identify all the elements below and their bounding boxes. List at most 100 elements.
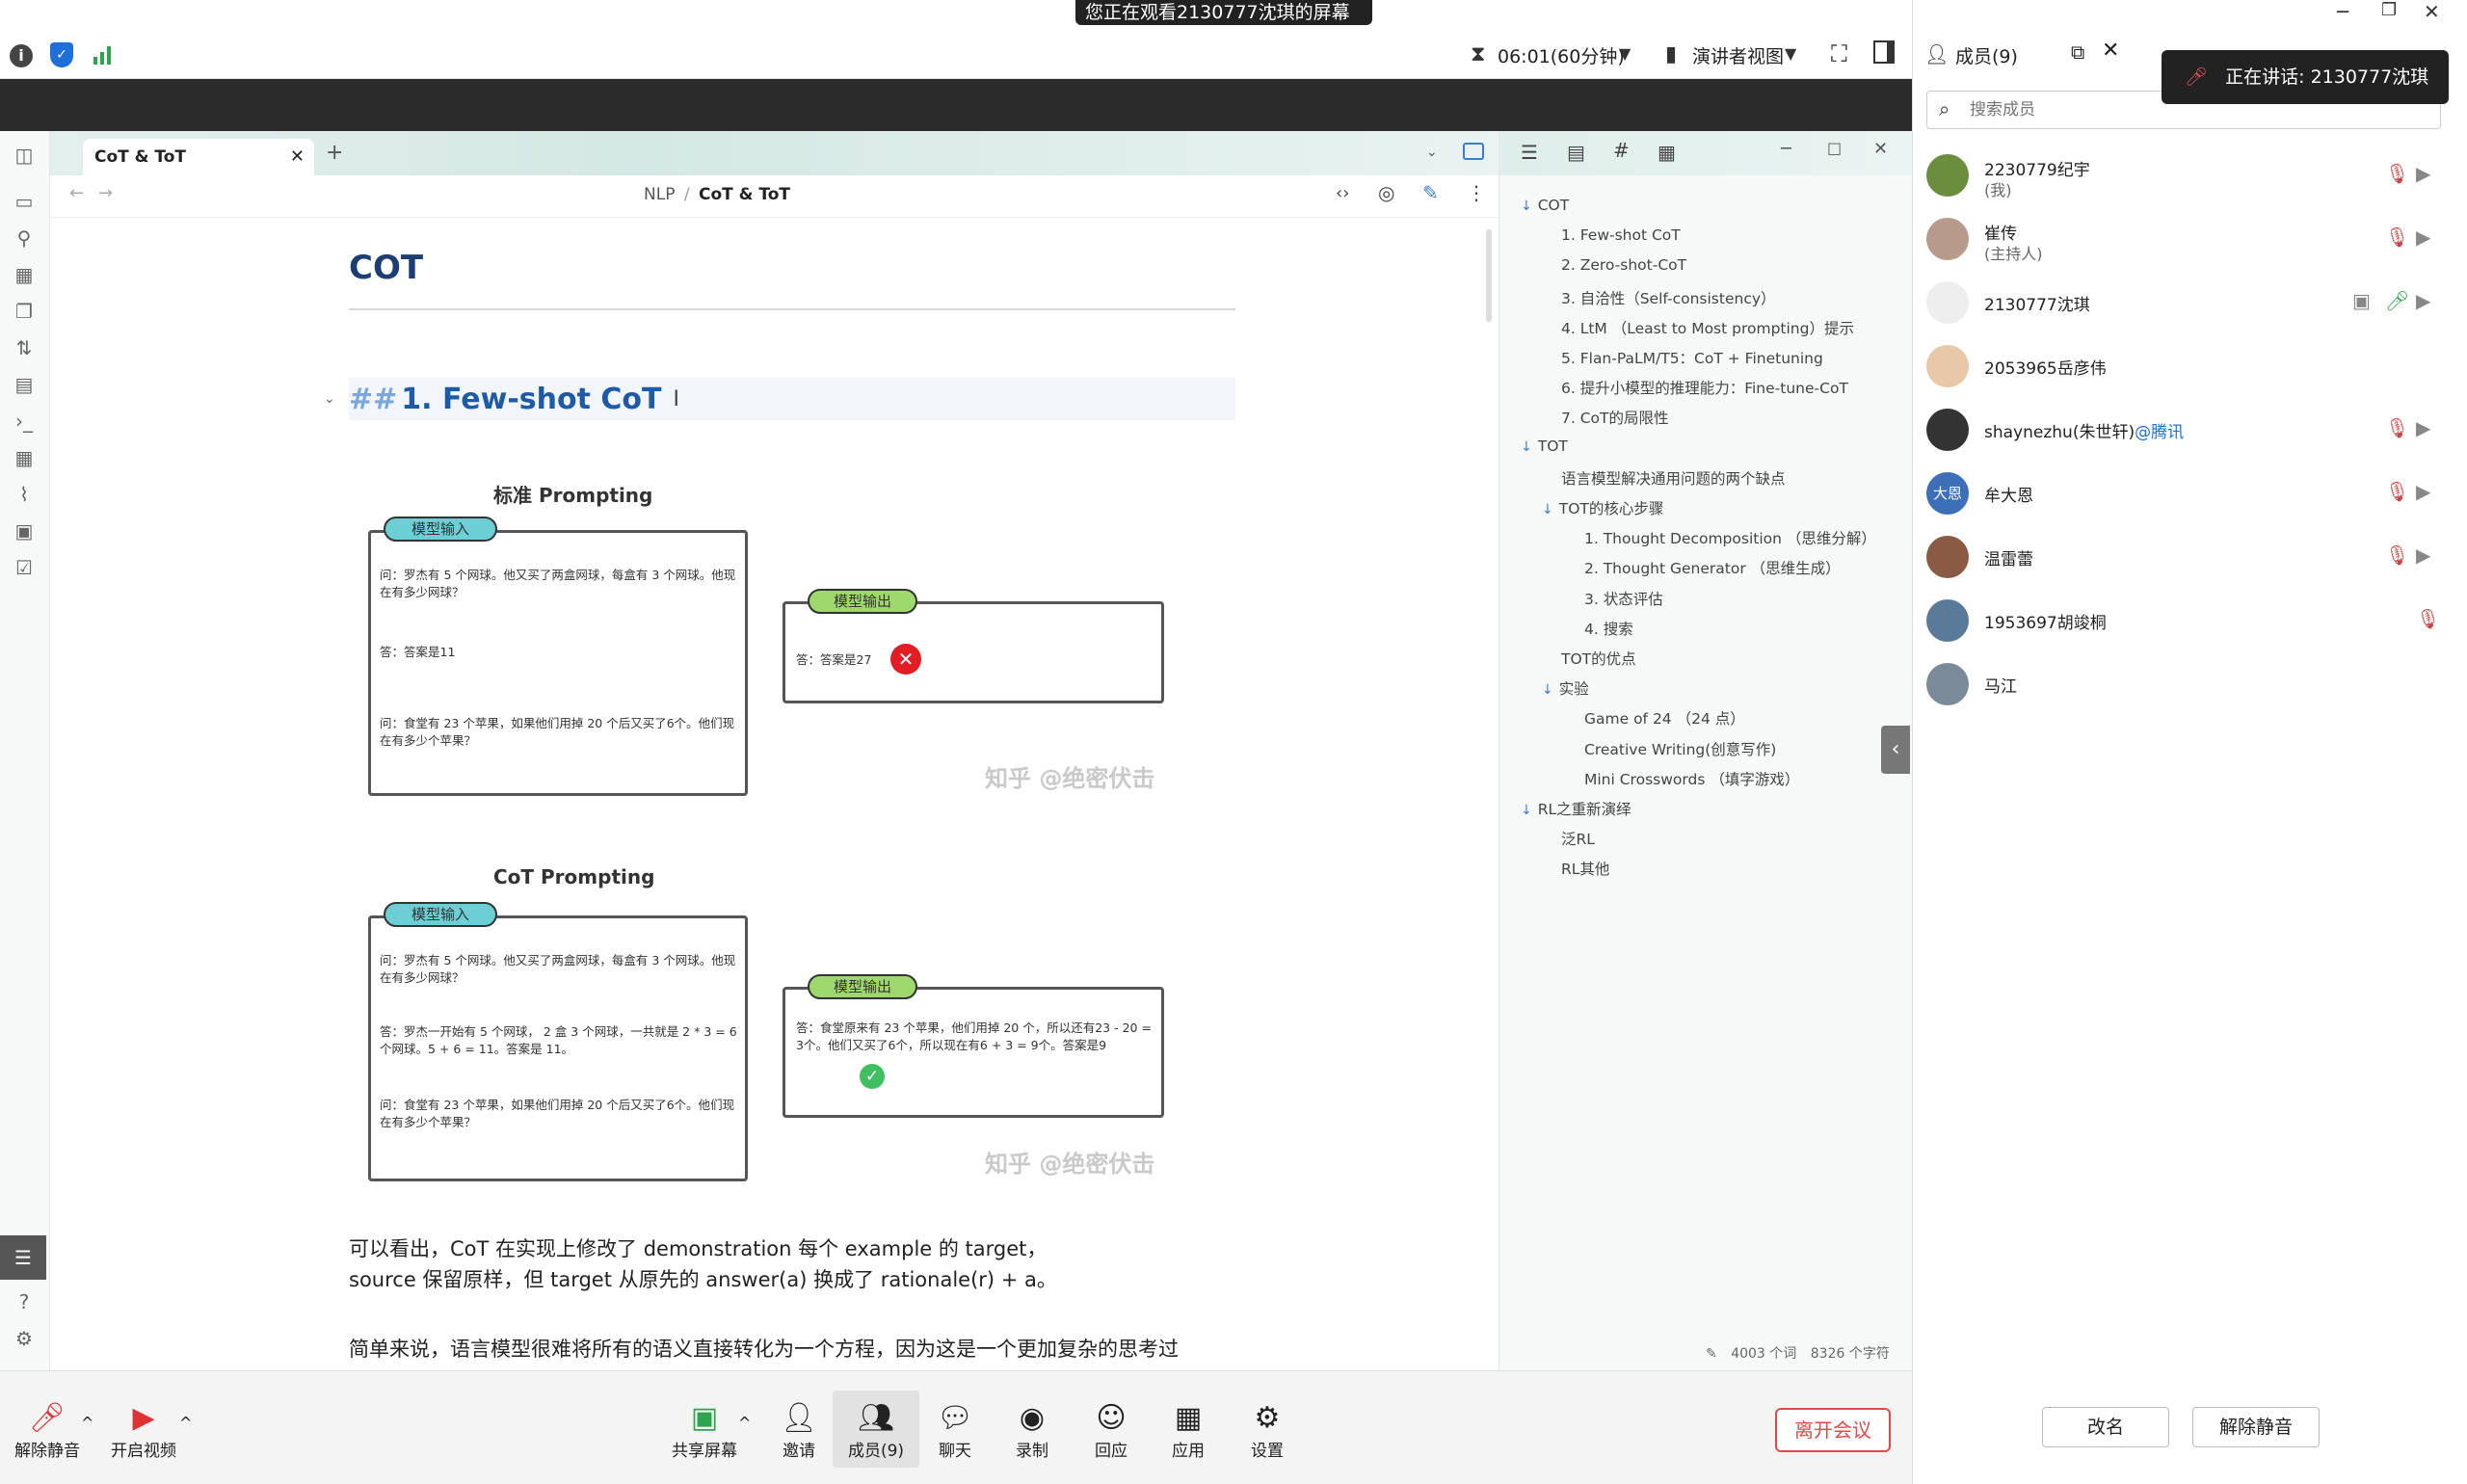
- signal-icon[interactable]: [93, 44, 114, 66]
- heading-cot[interactable]: COT: [349, 218, 1235, 310]
- camera-off-icon[interactable]: ▶︎: [2416, 289, 2430, 312]
- mic-muted-icon[interactable]: 🎙︎: [2385, 480, 2409, 503]
- close-icon[interactable]: ✕: [2102, 39, 2119, 63]
- outline-item[interactable]: Mini Crosswords （填字游戏）: [1584, 768, 1799, 789]
- outline-item[interactable]: 3. 状态评估: [1584, 588, 1663, 609]
- outline-item[interactable]: 3. 自洽性（Self-consistency）: [1561, 287, 1776, 308]
- collapse-arrow-icon[interactable]: ↓: [1521, 803, 1532, 818]
- camera-off-icon[interactable]: ▶︎: [2416, 416, 2430, 439]
- outline-item[interactable]: 4. LtM （Least to Most prompting）提示: [1561, 317, 1854, 338]
- breadcrumb-parent[interactable]: NLP: [644, 185, 675, 204]
- member-row[interactable]: 1953697胡竣桐 🎙︎: [1926, 596, 2447, 649]
- member-row[interactable]: 大恩 牟大恩 🎙︎ ▶︎: [1926, 468, 2447, 522]
- list-icon[interactable]: ☰: [1521, 141, 1538, 164]
- edit-icon[interactable]: ✎: [1422, 181, 1439, 204]
- screen-share-banner[interactable]: 您正在观看2130777沈琪的屏幕 ☰: [1075, 0, 1372, 48]
- template-icon[interactable]: ▤: [12, 372, 37, 397]
- outline-toggle-icon[interactable]: ☰: [0, 1235, 46, 1280]
- camera-off-icon[interactable]: ▶︎: [2416, 480, 2430, 503]
- code-toggle-icon[interactable]: ‹›: [1336, 183, 1349, 203]
- scrollbar[interactable]: [1486, 229, 1492, 322]
- mic-muted-icon[interactable]: 🎙︎: [2416, 607, 2440, 630]
- collapse-arrow-icon[interactable]: ↓: [1542, 502, 1553, 517]
- leave-meeting-button[interactable]: 离开会议: [1775, 1408, 1891, 1452]
- outline-item[interactable]: TOT的优点: [1561, 648, 1636, 669]
- tab-cot-tot[interactable]: CoT & ToT ✕: [83, 139, 314, 175]
- apps-button[interactable]: ▦ 应用: [1145, 1400, 1232, 1461]
- member-row[interactable]: 2230779纪宇 (我) 🎙︎ ▶︎: [1926, 150, 2447, 204]
- info-icon[interactable]: i: [10, 44, 33, 67]
- outline-item[interactable]: 语言模型解决通用问题的两个缺点: [1561, 467, 1786, 489]
- react-button[interactable]: ☺ 回应: [1068, 1400, 1154, 1461]
- outline-item[interactable]: 5. Flan-PaLM/T5：CoT + Finetuning: [1561, 347, 1823, 368]
- close-icon[interactable]: ✕: [1873, 139, 1888, 159]
- outline-item[interactable]: 7. CoT的局限性: [1561, 407, 1669, 428]
- settings-button[interactable]: ⚙ 设置: [1224, 1400, 1311, 1461]
- collapse-arrow-icon[interactable]: ↓: [1521, 439, 1532, 455]
- close-icon[interactable]: ✕: [290, 139, 305, 175]
- invite-button[interactable]: 👤︎ 邀请: [756, 1400, 842, 1461]
- mic-muted-icon[interactable]: 🎙︎: [2385, 162, 2409, 185]
- chevron-up-icon[interactable]: ^: [81, 1414, 93, 1432]
- rename-button[interactable]: 改名: [2042, 1407, 2169, 1447]
- mic-muted-icon[interactable]: 🎙︎: [2385, 225, 2409, 249]
- chevron-down-icon[interactable]: ⌄: [1426, 145, 1438, 160]
- minimize-icon[interactable]: ─: [1781, 139, 1791, 159]
- outline-item[interactable]: 4. 搜索: [1584, 618, 1633, 639]
- outline-item[interactable]: 2. Zero-shot-CoT: [1561, 256, 1686, 274]
- outline-item[interactable]: 1. Few-shot CoT: [1561, 226, 1681, 244]
- outline-item[interactable]: 1. Thought Decomposition （思维分解）: [1584, 527, 1876, 548]
- view-mode-dropdown[interactable]: 演讲者视图: [1692, 42, 1784, 68]
- meeting-timer[interactable]: 06:01(60分钟): [1498, 42, 1625, 68]
- fold-chevron-icon[interactable]: ⌄: [324, 391, 335, 407]
- table-icon[interactable]: ▦: [12, 445, 37, 470]
- graph-icon[interactable]: ⚲: [12, 225, 37, 251]
- outline-item[interactable]: Game of 24 （24 点）: [1584, 707, 1745, 729]
- paragraph-partial[interactable]: 简单来说，语言模型很难将所有的语义直接转化为一个方程，因为这是一个更加复杂的思考…: [349, 1334, 1235, 1365]
- calendar-icon[interactable]: ▦: [1658, 141, 1676, 164]
- camera-off-icon[interactable]: ▶︎: [2416, 543, 2430, 567]
- member-row[interactable]: shaynezhu(朱世轩)@腾讯 🎙︎ ▶︎: [1926, 405, 2447, 459]
- camera-off-icon[interactable]: ▶︎: [2416, 162, 2430, 185]
- mic-muted-icon[interactable]: 🎙︎: [2385, 543, 2409, 567]
- sidebar-toggle-icon[interactable]: ◫: [12, 143, 37, 168]
- outline-item[interactable]: 泛RL: [1561, 828, 1595, 849]
- member-row[interactable]: 2130777沈琪 🎤︎ ▶︎ ▣: [1926, 278, 2447, 331]
- chevron-up-icon[interactable]: ^: [179, 1414, 192, 1432]
- fullscreen-icon[interactable]: ⛶: [1831, 40, 1847, 67]
- diff-icon[interactable]: ⇅: [12, 335, 37, 360]
- outline-item[interactable]: 2. Thought Generator （思维生成）: [1584, 557, 1841, 578]
- outline-item[interactable]: ↓ 实验: [1542, 677, 1589, 699]
- outline-item[interactable]: RL其他: [1561, 858, 1609, 879]
- chevron-up-icon[interactable]: ^: [738, 1414, 751, 1432]
- start-video-button[interactable]: ▶︎ 开启视频: [100, 1400, 187, 1461]
- collapse-arrow-icon[interactable]: ↓: [1542, 682, 1553, 698]
- attachment-icon[interactable]: ⌇: [12, 482, 37, 507]
- member-row[interactable]: 崔传 (主持人) 🎙︎ ▶︎: [1926, 214, 2447, 268]
- unmute-all-button[interactable]: 解除静音: [2192, 1407, 2320, 1447]
- more-icon[interactable]: ⋮: [1467, 181, 1486, 204]
- forward-icon[interactable]: →: [98, 183, 113, 203]
- plus-icon[interactable]: +: [326, 141, 343, 165]
- share-screen-button[interactable]: ▣ 共享屏幕: [661, 1400, 748, 1461]
- outline-item[interactable]: 6. 提升小模型的推理能力：Fine-tune-CoT: [1561, 377, 1848, 398]
- maximize-icon[interactable]: □: [1827, 139, 1842, 157]
- heading-few-shot-row[interactable]: ⌄ ## 1. Few-shot CoT I: [324, 378, 1235, 420]
- chat-button[interactable]: 💬︎ 聊天: [912, 1400, 998, 1461]
- minimize-icon[interactable]: ─: [2337, 0, 2348, 23]
- chevron-down-icon[interactable]: ▼: [1619, 44, 1631, 63]
- members-button[interactable]: 👥︎ 成员(9): [833, 1391, 919, 1468]
- help-icon[interactable]: ?: [12, 1289, 37, 1314]
- unmute-button[interactable]: 🎤︎ 解除静音: [4, 1400, 91, 1461]
- outline-item[interactable]: ↓ COT: [1521, 197, 1569, 214]
- file-icon[interactable]: ▭: [12, 189, 37, 214]
- outline-item[interactable]: Creative Writing(创意写作): [1584, 738, 1776, 759]
- hash-icon[interactable]: #: [1613, 139, 1630, 162]
- sidebar-right-icon[interactable]: [1463, 143, 1484, 160]
- close-icon[interactable]: ✕: [2424, 0, 2440, 23]
- outline-item[interactable]: ↓ RL之重新演绎: [1521, 798, 1631, 819]
- record-button[interactable]: ◉ 录制: [989, 1400, 1075, 1461]
- chevron-down-icon[interactable]: ▼: [1785, 44, 1796, 63]
- globe-icon[interactable]: ◎: [1378, 181, 1394, 204]
- outline-item[interactable]: ↓ TOT: [1521, 437, 1568, 455]
